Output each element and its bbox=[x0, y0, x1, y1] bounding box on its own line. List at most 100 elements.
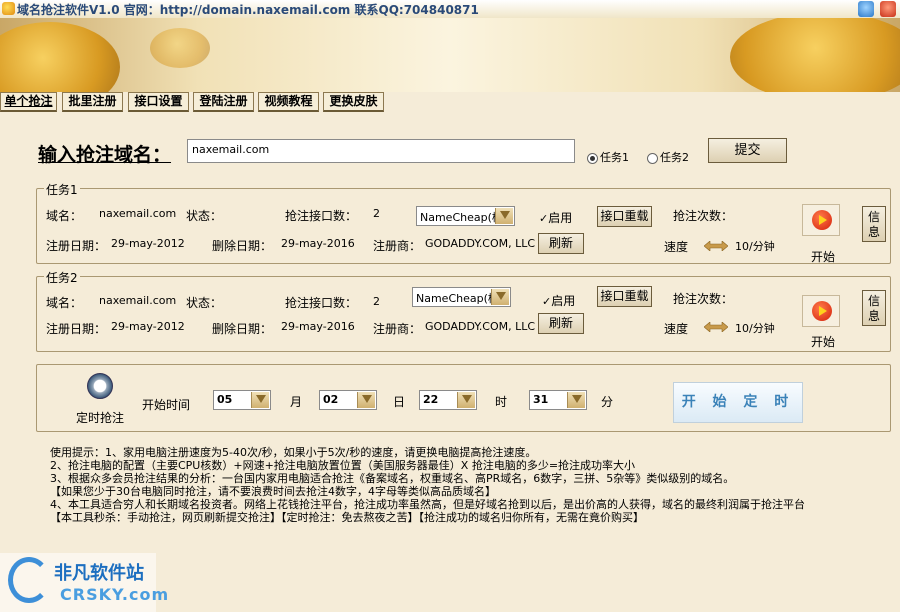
task1-domain-label: 域名： bbox=[46, 209, 83, 223]
chevron-down-icon[interactable] bbox=[491, 289, 509, 305]
task2-reload-button[interactable]: 接口重载 bbox=[597, 286, 652, 307]
timer-icon-label: 定时抢注 bbox=[76, 411, 125, 425]
checkmark-icon: ✓ bbox=[542, 295, 552, 308]
task2-group-title: 任务2 bbox=[44, 269, 80, 286]
month-label: 月 bbox=[290, 395, 303, 409]
task2-registrar-select[interactable]: NameCheap(模拟 bbox=[412, 287, 511, 307]
tip-line: 3、根据众多会员抢注结果的分析：一台国内家用电脑适合抢注《备案域名，权重域名、高… bbox=[50, 472, 735, 485]
minimize-icon[interactable] bbox=[858, 1, 874, 17]
task2-enable-checkbox[interactable]: ✓启用 bbox=[542, 292, 575, 309]
select-value: NameCheap(模拟 bbox=[420, 211, 498, 224]
task1-radio-label: 任务1 bbox=[600, 151, 629, 164]
task1-radio[interactable]: 任务1 bbox=[587, 149, 629, 165]
tab-change-skin[interactable]: 更换皮肤 bbox=[323, 92, 384, 112]
task1-count-label: 抢注次数： bbox=[673, 209, 734, 223]
task1-status-label: 状态： bbox=[186, 209, 223, 223]
task1-enable-checkbox[interactable]: ✓启用 bbox=[539, 209, 572, 226]
task1-group-title: 任务1 bbox=[44, 181, 80, 198]
task1-api-count-value: 2 bbox=[373, 207, 380, 220]
close-icon[interactable] bbox=[880, 1, 896, 17]
task1-registrar-value: GODADDY.COM, LLC bbox=[425, 237, 536, 250]
select-value: 31 bbox=[533, 393, 549, 406]
hour-label: 时 bbox=[495, 395, 508, 409]
task2-speed-adjust-icon[interactable] bbox=[704, 322, 728, 332]
tab-video-tutorial[interactable]: 视频教程 bbox=[258, 92, 319, 112]
task2-domain-value: naxemail.com bbox=[99, 294, 177, 307]
task2-reg-date-label: 注册日期： bbox=[46, 322, 107, 336]
chevron-down-icon[interactable] bbox=[251, 392, 269, 408]
chevron-down-icon[interactable] bbox=[567, 392, 585, 408]
task2-api-count-label: 抢注接口数： bbox=[285, 296, 358, 310]
timer-clock-icon bbox=[87, 373, 113, 399]
domain-input[interactable]: naxemail.com bbox=[187, 139, 575, 163]
tip-line: 使用提示：1、家用电脑注册速度为5-40次/秒，如果小于5次/秒的速度，请更换电… bbox=[50, 446, 537, 459]
task2-start-play-icon[interactable] bbox=[802, 295, 840, 327]
task2-info-button[interactable]: 信息 bbox=[862, 290, 886, 326]
tree-left-decoration bbox=[0, 22, 120, 92]
task1-registrar-label: 注册商： bbox=[373, 239, 422, 253]
minute-label: 分 bbox=[601, 395, 614, 409]
task2-info-label: 信息 bbox=[867, 294, 880, 323]
radio-indicator bbox=[647, 152, 658, 164]
hour-select[interactable]: 22 bbox=[419, 390, 477, 410]
tab-batch-register[interactable]: 批里注册 bbox=[62, 92, 123, 112]
tip-line: 【本工具秒杀：手动抢注，网页刷新提交抢注】【定时抢注：免去熬夜之苦】【抢注成功的… bbox=[50, 511, 644, 524]
task1-reg-date-value: 29-may-2012 bbox=[111, 237, 185, 250]
select-value: 22 bbox=[423, 393, 439, 406]
tip-line: 【如果您少于30台电脑同时抢注，请不要浪费时间去抢注4数字，4字母等类似高品质域… bbox=[50, 485, 496, 498]
start-timer-button[interactable]: 开 始 定 时 bbox=[673, 382, 803, 423]
task2-speed-value: 10/分钟 bbox=[735, 322, 775, 335]
task2-radio-label: 任务2 bbox=[660, 151, 689, 164]
window-title: 域名抢注软件V1.0 官网：http://domain.naxemail.com… bbox=[17, 3, 479, 17]
task2-api-count-value: 2 bbox=[373, 295, 380, 308]
chevron-down-icon[interactable] bbox=[357, 392, 375, 408]
task2-registrar-value: GODADDY.COM, LLC bbox=[425, 320, 536, 333]
task1-registrar-select[interactable]: NameCheap(模拟 bbox=[416, 206, 515, 226]
usage-tips: 使用提示：1、家用电脑注册速度为5-40次/秒，如果小于5次/秒的速度，请更换电… bbox=[50, 446, 805, 524]
submit-button[interactable]: 提交 bbox=[708, 138, 787, 163]
watermark-logo: 非凡软件站 CRSKY.com bbox=[0, 553, 168, 612]
task2-domain-label: 域名： bbox=[46, 296, 83, 310]
watermark-circle-icon bbox=[8, 557, 50, 603]
task1-speed-value: 10/分钟 bbox=[735, 240, 775, 253]
task1-del-date-value: 29-may-2016 bbox=[281, 237, 355, 250]
task1-api-count-label: 抢注接口数： bbox=[285, 209, 358, 223]
tab-single-register[interactable]: 单个抢注 bbox=[0, 92, 57, 112]
tab-bar: 单个抢注 批里注册 接口设置 登陆注册 视频教程 更换皮肤 bbox=[0, 92, 900, 112]
chevron-down-icon[interactable] bbox=[457, 392, 475, 408]
select-value: 02 bbox=[323, 393, 339, 406]
task1-speed-label: 速度 bbox=[664, 240, 689, 254]
task1-del-date-label: 删除日期： bbox=[212, 239, 273, 253]
task1-speed-adjust-icon[interactable] bbox=[704, 241, 728, 251]
task2-del-date-label: 删除日期： bbox=[212, 322, 273, 336]
select-value: 05 bbox=[217, 393, 233, 406]
minute-select[interactable]: 31 bbox=[529, 390, 587, 410]
task2-reg-date-value: 29-may-2012 bbox=[111, 320, 185, 333]
select-value: NameCheap(模拟 bbox=[416, 292, 494, 305]
day-select[interactable]: 02 bbox=[319, 390, 377, 410]
task2-status-label: 状态： bbox=[186, 296, 223, 310]
task2-start-label: 开始 bbox=[811, 335, 836, 349]
task2-refresh-button[interactable]: 刷新 bbox=[538, 313, 584, 334]
tab-login-register[interactable]: 登陆注册 bbox=[193, 92, 254, 112]
task2-enable-label: 启用 bbox=[551, 294, 576, 308]
tip-line: 2、抢注电脑的配置（主要CPU核数）+网速+抢注电脑放置位置（美国服务器最佳）X… bbox=[50, 459, 636, 472]
task1-refresh-button[interactable]: 刷新 bbox=[538, 233, 584, 254]
day-label: 日 bbox=[393, 395, 406, 409]
tab-api-settings[interactable]: 接口设置 bbox=[128, 92, 189, 112]
task2-speed-label: 速度 bbox=[664, 322, 689, 336]
task1-start-play-icon[interactable] bbox=[802, 204, 840, 236]
checkmark-icon: ✓ bbox=[539, 212, 549, 225]
task1-info-label: 信息 bbox=[867, 210, 880, 239]
task1-start-label: 开始 bbox=[811, 250, 836, 264]
task1-info-button[interactable]: 信息 bbox=[862, 206, 886, 242]
header-banner bbox=[0, 18, 900, 92]
task2-radio[interactable]: 任务2 bbox=[647, 149, 689, 165]
app-logo-icon bbox=[2, 2, 15, 15]
watermark-domain: CRSKY.com bbox=[60, 585, 170, 604]
task2-del-date-value: 29-may-2016 bbox=[281, 320, 355, 333]
task1-reload-button[interactable]: 接口重载 bbox=[597, 206, 652, 227]
chevron-down-icon[interactable] bbox=[495, 208, 513, 224]
start-time-label: 开始时间 bbox=[142, 398, 191, 412]
month-select[interactable]: 05 bbox=[213, 390, 271, 410]
